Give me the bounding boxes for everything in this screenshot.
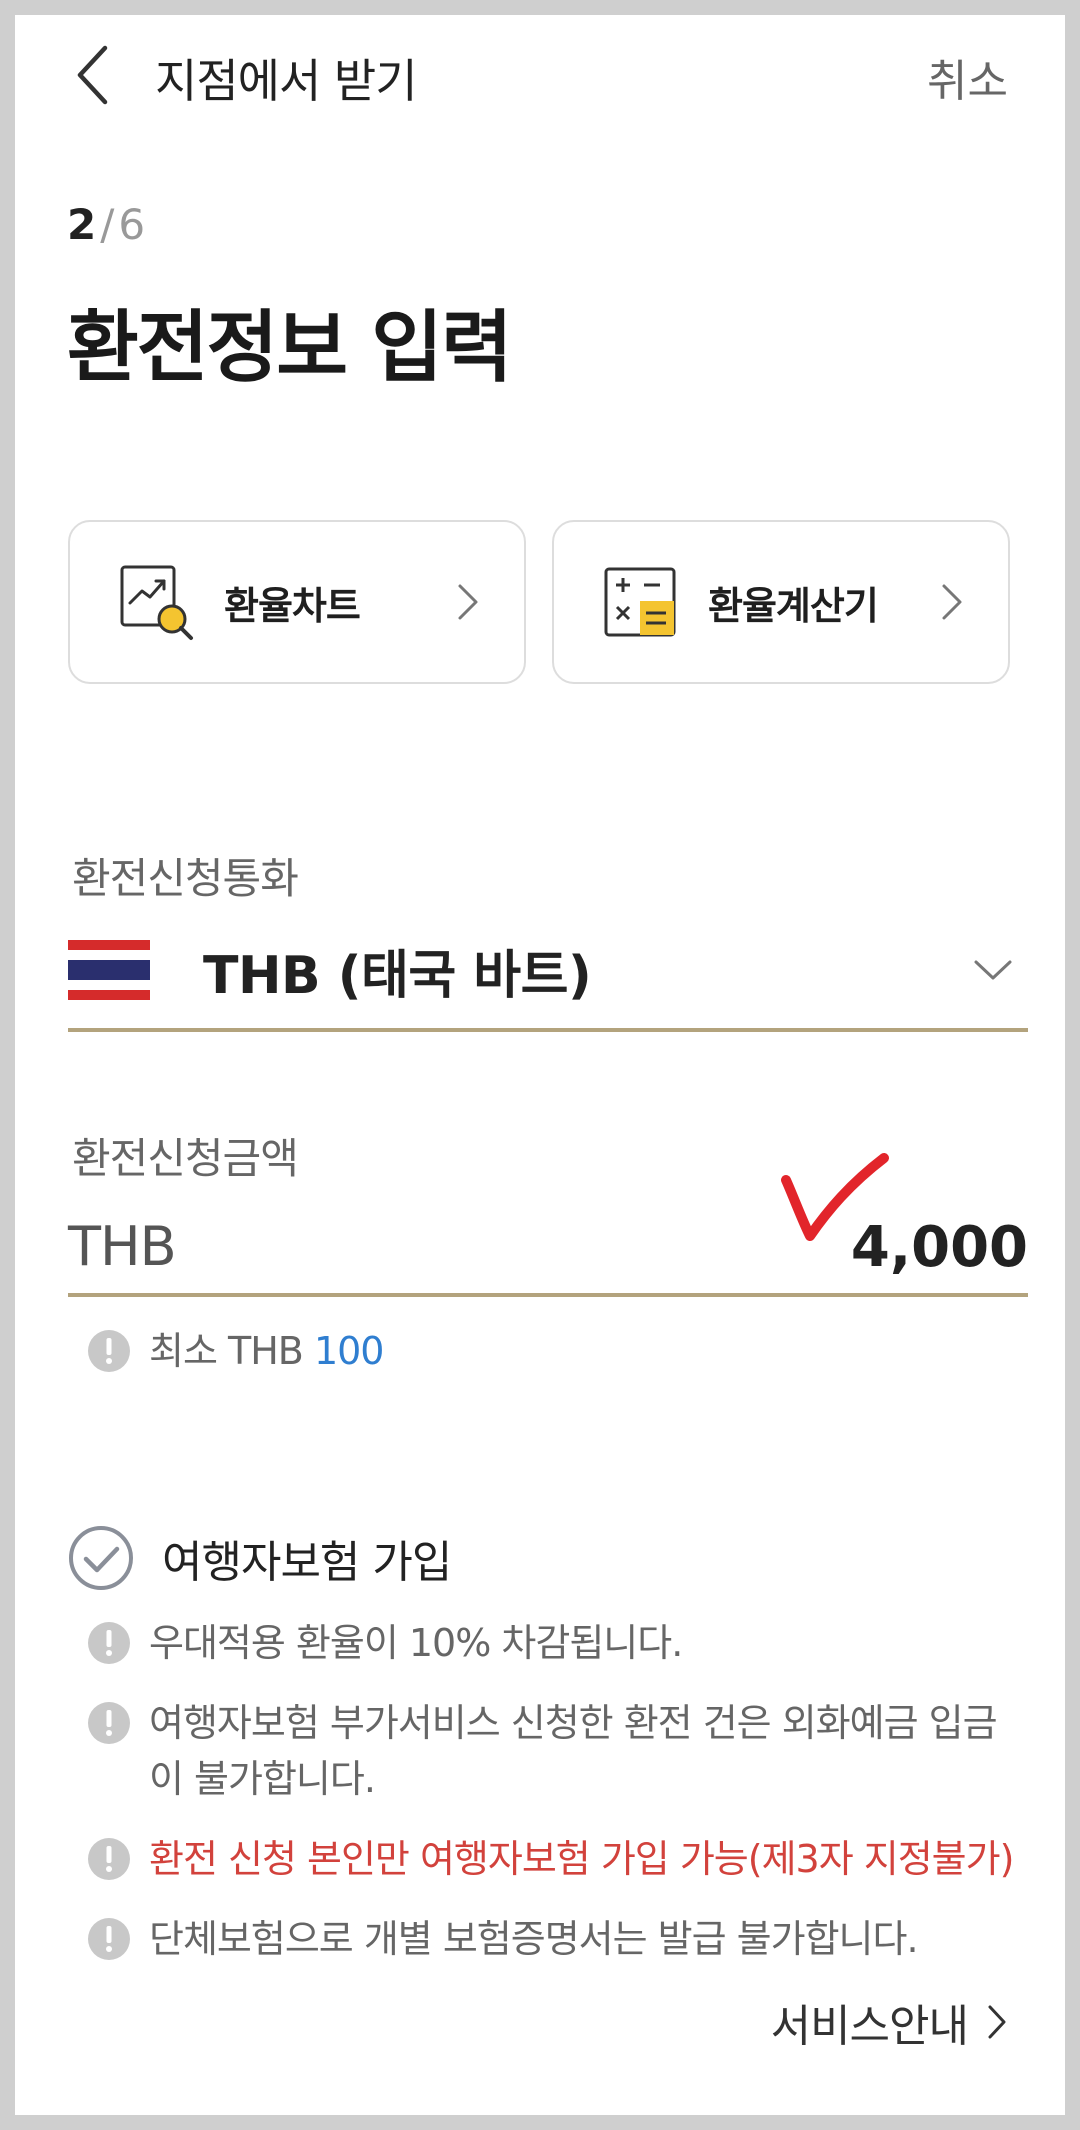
exchange-rate-calculator-label: 환율계산기 bbox=[708, 583, 879, 628]
cancel-button[interactable]: 취소 bbox=[927, 45, 1008, 109]
amount-currency-prefix: THB bbox=[68, 1215, 177, 1278]
chevron-right-icon bbox=[988, 2005, 1006, 2039]
insurance-note-2: 여행자보험 부가서비스 신청한 환전 건은 외화예금 입금이 불가합니다. bbox=[87, 1695, 1029, 1807]
chevron-down-icon bbox=[974, 960, 1012, 980]
chart-magnifier-icon bbox=[120, 565, 193, 640]
back-button[interactable] bbox=[67, 35, 117, 115]
header: 지점에서 받기 취소 bbox=[15, 15, 1065, 125]
step-separator: / bbox=[100, 200, 115, 249]
currency-underline bbox=[68, 1028, 1028, 1032]
page-title: 환전정보 입력 bbox=[67, 303, 513, 393]
minimum-value: 100 bbox=[313, 1329, 385, 1373]
currency-field-label: 환전신청통화 bbox=[72, 854, 299, 903]
step-current: 2 bbox=[67, 200, 97, 249]
step-indicator: 2/6 bbox=[67, 200, 145, 249]
thailand-flag-icon bbox=[68, 940, 150, 1000]
insurance-note-1: 우대적용 환율이 10% 차감됩니다. bbox=[87, 1615, 1029, 1671]
currency-select[interactable]: THB (태국 바트) bbox=[68, 915, 1028, 1025]
insurance-note-text: 환전 신청 본인만 여행자보험 가입 가능(제3자 지정불가) bbox=[149, 1837, 1014, 1881]
red-check-annotation-icon bbox=[781, 1153, 889, 1241]
exclamation-icon bbox=[88, 1918, 130, 1960]
exclamation-icon bbox=[88, 1330, 130, 1372]
chevron-right-icon bbox=[942, 584, 962, 620]
exchange-rate-chart-button[interactable]: 환율차트 bbox=[68, 520, 526, 684]
insurance-note-text: 단체보험으로 개별 보험증명서는 발급 불가합니다. bbox=[149, 1917, 919, 1961]
calculator-icon bbox=[604, 567, 676, 637]
selected-currency: THB (태국 바트) bbox=[203, 945, 592, 1006]
exchange-rate-calculator-button[interactable]: 환율계산기 bbox=[552, 520, 1010, 684]
header-title: 지점에서 받기 bbox=[155, 54, 418, 108]
insurance-note-text: 우대적용 환율이 10% 차감됩니다. bbox=[149, 1621, 683, 1665]
screen: 지점에서 받기 취소 2/6 환전정보 입력 환율차트 환율계산기 환전신청통화… bbox=[15, 15, 1065, 2115]
insurance-note-text: 여행자보험 부가서비스 신청한 환전 건은 외화예금 입금이 불가합니다. bbox=[149, 1701, 998, 1801]
travel-insurance-label: 여행자보험 가입 bbox=[162, 1537, 452, 1588]
check-circle-icon bbox=[69, 1526, 133, 1590]
amount-field-label: 환전신청금액 bbox=[72, 1134, 299, 1183]
exclamation-icon bbox=[88, 1622, 130, 1664]
exclamation-icon bbox=[88, 1838, 130, 1880]
minimum-amount-note: 최소 THB 100 bbox=[87, 1323, 1029, 1379]
service-info-label: 서비스안내 bbox=[770, 2001, 969, 2052]
chevron-left-icon bbox=[77, 45, 108, 105]
amount-underline bbox=[68, 1293, 1028, 1297]
minimum-label: 최소 THB bbox=[149, 1329, 304, 1373]
insurance-note-3: 환전 신청 본인만 여행자보험 가입 가능(제3자 지정불가) bbox=[87, 1831, 1029, 1887]
exchange-rate-chart-label: 환율차트 bbox=[224, 583, 361, 628]
service-info-link[interactable]: 서비스안내 bbox=[771, 1990, 1008, 2054]
travel-insurance-checkbox[interactable]: 여행자보험 가입 bbox=[68, 1525, 452, 1591]
step-total: 6 bbox=[118, 200, 146, 249]
exclamation-icon bbox=[88, 1702, 130, 1744]
chevron-right-icon bbox=[458, 584, 478, 620]
insurance-note-4: 단체보험으로 개별 보험증명서는 발급 불가합니다. bbox=[87, 1911, 1029, 1967]
